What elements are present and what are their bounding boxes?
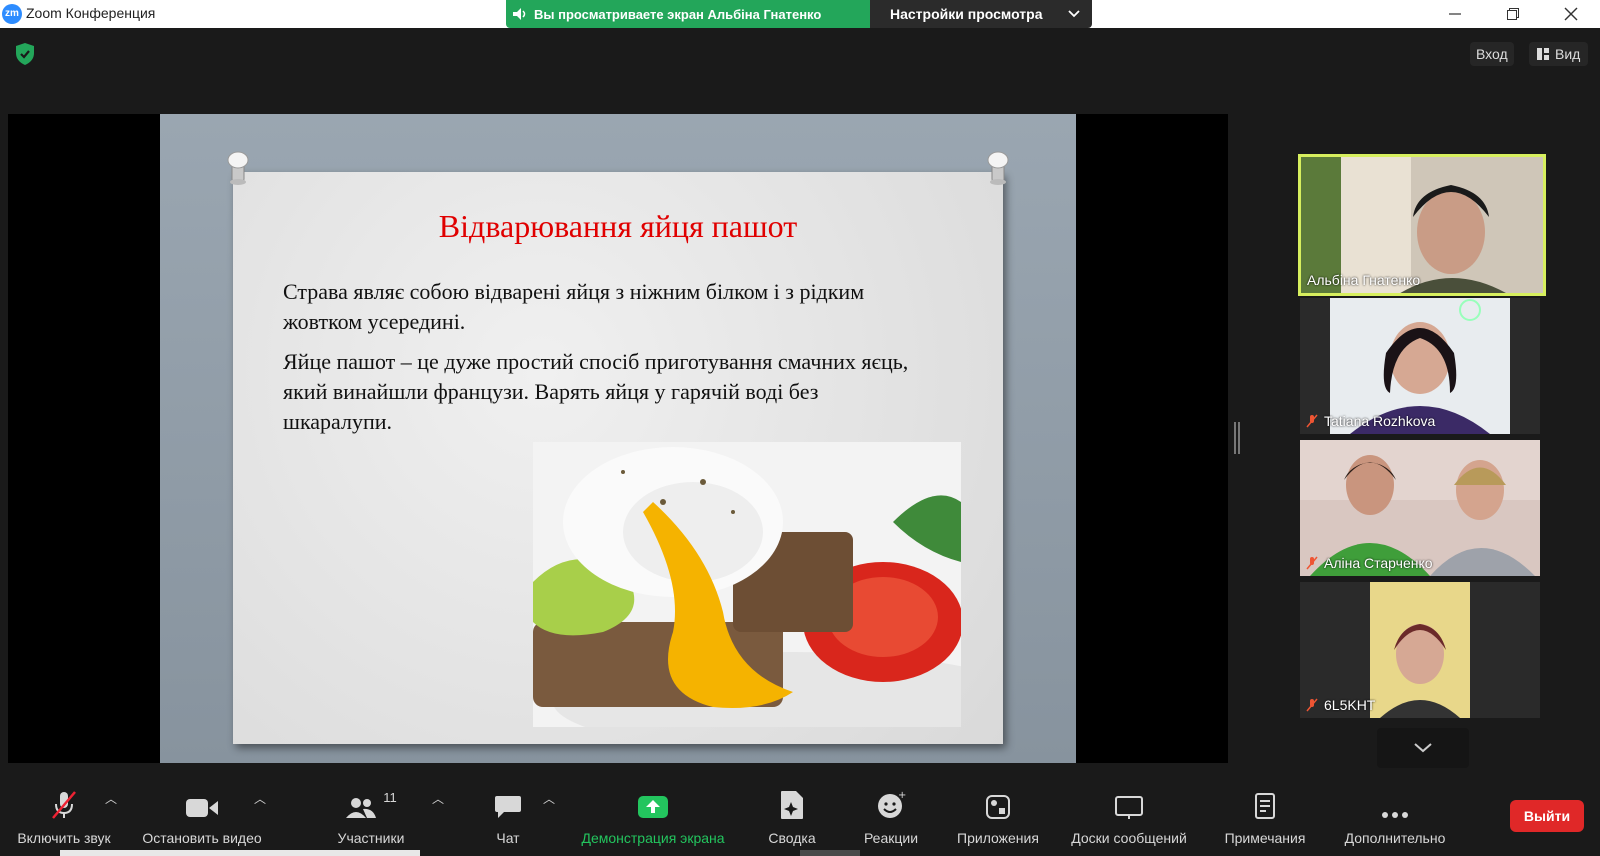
meeting-toolbar: Включить звук ︿ Остановить видео ︿ 11 Уч… bbox=[0, 784, 1600, 856]
mic-muted-icon bbox=[52, 791, 76, 819]
reactions-button[interactable]: + Реакции bbox=[860, 784, 922, 856]
apps-icon bbox=[986, 795, 1010, 819]
participant-name: Tatiana Rozhkova bbox=[1306, 413, 1435, 429]
close-window-button[interactable] bbox=[1542, 0, 1600, 28]
participants-icon bbox=[346, 798, 377, 818]
slide-paper: Відварювання яйця пашот Страва являє соб… bbox=[227, 151, 1009, 744]
notes-label: Примечания bbox=[1224, 830, 1306, 846]
unmute-button[interactable]: Включить звук bbox=[8, 784, 120, 856]
screen-share-banner: Вы просматриваете экран Альбіна Гнатенко… bbox=[506, 0, 1092, 28]
pin-icon bbox=[987, 151, 1009, 185]
stop-video-button[interactable]: Остановить видео bbox=[134, 784, 270, 856]
taskbar-strip bbox=[800, 850, 860, 856]
shared-screen: Відварювання яйця пашот Страва являє соб… bbox=[8, 114, 1228, 763]
login-button[interactable]: Вход bbox=[1470, 42, 1514, 66]
leave-button[interactable]: Выйти bbox=[1510, 800, 1584, 832]
notes-icon bbox=[1255, 793, 1275, 819]
chat-icon bbox=[495, 796, 521, 818]
presentation-slide: Відварювання яйця пашот Страва являє соб… bbox=[160, 114, 1076, 763]
participant-tile[interactable]: 6L5KHT bbox=[1300, 582, 1540, 718]
view-options-label: Настройки просмотра bbox=[890, 6, 1043, 22]
participant-name: Аліна Старченко bbox=[1306, 555, 1433, 571]
chevron-down-icon bbox=[1068, 10, 1080, 18]
restore-button[interactable] bbox=[1484, 0, 1542, 28]
mic-muted-icon bbox=[1306, 556, 1318, 570]
stop-video-label: Остановить видео bbox=[142, 830, 262, 846]
zoom-logo: zm bbox=[2, 4, 22, 24]
poached-egg-photo bbox=[533, 442, 961, 727]
participant-name: 6L5KHT bbox=[1306, 697, 1375, 713]
chat-options-caret[interactable]: ︿ bbox=[543, 790, 555, 807]
whiteboard-icon bbox=[1115, 796, 1143, 819]
close-icon bbox=[1564, 7, 1578, 21]
whiteboards-label: Доски сообщений bbox=[1071, 830, 1187, 846]
minimize-icon bbox=[1449, 13, 1461, 15]
window-title: Zoom Конференция bbox=[26, 5, 156, 21]
participant-tile[interactable]: Tatiana Rozhkova bbox=[1300, 298, 1540, 434]
video-icon bbox=[186, 799, 218, 817]
slide-paragraph-2: Яйце пашот – це дуже простий спосіб приг… bbox=[283, 349, 909, 434]
summary-label: Сводка bbox=[768, 830, 816, 846]
summary-icon bbox=[781, 791, 803, 819]
participants-button[interactable]: 11 Участники bbox=[326, 784, 416, 856]
chevron-down-icon bbox=[1414, 743, 1432, 753]
share-screen-label: Демонстрация экрана bbox=[581, 830, 725, 846]
view-label: Вид bbox=[1555, 46, 1581, 62]
window-controls bbox=[1426, 0, 1600, 28]
restore-icon bbox=[1507, 8, 1519, 20]
shield-icon[interactable] bbox=[14, 42, 36, 66]
participants-options-caret[interactable]: ︿ bbox=[432, 790, 444, 807]
chat-label: Чат bbox=[496, 830, 520, 846]
pin-icon bbox=[227, 151, 249, 185]
whiteboards-button[interactable]: Доски сообщений bbox=[1064, 784, 1194, 856]
share-status-text: Вы просматриваете экран Альбіна Гнатенко bbox=[534, 6, 822, 22]
reaction-icon: + bbox=[878, 790, 906, 818]
participant-tile[interactable]: Аліна Старченко bbox=[1300, 440, 1540, 576]
unmute-label: Включить звук bbox=[17, 830, 111, 846]
apps-label: Приложения bbox=[957, 830, 1039, 846]
summary-button[interactable]: Сводка bbox=[764, 784, 820, 856]
share-screen-button[interactable]: Демонстрация экрана bbox=[572, 784, 734, 856]
share-status: Вы просматриваете экран Альбіна Гнатенко bbox=[506, 0, 870, 28]
share-up-icon bbox=[638, 796, 668, 818]
speaker-icon bbox=[513, 8, 526, 20]
participants-count: 11 bbox=[383, 790, 397, 805]
mic-muted-icon bbox=[1306, 414, 1318, 428]
view-button[interactable]: Вид bbox=[1529, 42, 1589, 66]
splitter-handle[interactable] bbox=[1234, 422, 1240, 454]
more-button[interactable]: Дополнительно bbox=[1336, 784, 1454, 856]
participant-tile-active[interactable]: Альбіна Гнатенко bbox=[1298, 154, 1546, 296]
chat-button[interactable]: Чат bbox=[482, 784, 534, 856]
mic-muted-icon bbox=[1306, 698, 1318, 712]
participant-name: Альбіна Гнатенко bbox=[1307, 272, 1421, 288]
gallery-scroll-down-button[interactable] bbox=[1377, 728, 1469, 768]
svg-text:+: + bbox=[898, 790, 906, 801]
audio-options-caret[interactable]: ︿ bbox=[105, 790, 117, 807]
more-label: Дополнительно bbox=[1344, 830, 1446, 846]
more-icon bbox=[1382, 812, 1408, 818]
reactions-label: Реакции bbox=[863, 830, 919, 846]
slide-title: Відварювання яйця пашот bbox=[438, 208, 798, 244]
apps-button[interactable]: Приложения bbox=[950, 784, 1046, 856]
slide-paragraph-1: Страва являє собою відварені яйця з ніжн… bbox=[283, 279, 865, 334]
minimize-button[interactable] bbox=[1426, 0, 1484, 28]
video-options-caret[interactable]: ︿ bbox=[254, 790, 266, 807]
view-options-button[interactable]: Настройки просмотра bbox=[870, 0, 1092, 28]
participants-label: Участники bbox=[337, 830, 405, 846]
taskbar-strip bbox=[60, 850, 420, 856]
notes-button[interactable]: Примечания bbox=[1218, 784, 1312, 856]
grid-icon bbox=[1537, 48, 1549, 60]
